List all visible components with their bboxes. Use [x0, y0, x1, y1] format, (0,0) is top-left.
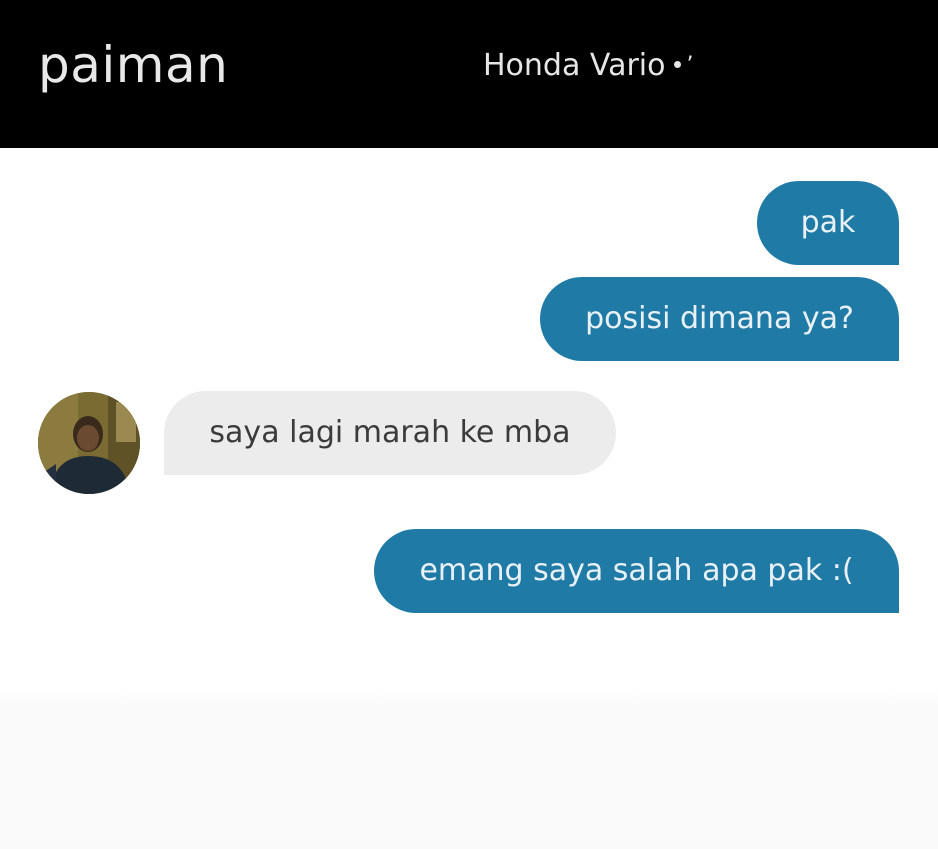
separator-dot-icon [673, 61, 681, 68]
contact-name: paiman [38, 36, 229, 94]
vehicle-suffix: ’ [686, 53, 694, 78]
outgoing-message-bubble: posisi dimana ya? [540, 277, 899, 361]
contact-avatar[interactable] [38, 392, 140, 494]
outgoing-message-bubble: pak [757, 181, 899, 265]
vehicle-info: Honda Vario ’ [483, 46, 694, 86]
avatar-photo-icon [38, 392, 140, 494]
incoming-message-bubble: saya lagi marah ke mba [164, 391, 616, 475]
chat-header: paiman Honda Vario ’ [0, 0, 938, 148]
message-list[interactable]: pak posisi dimana ya? saya lagi marah ke… [0, 148, 938, 849]
outgoing-message-bubble: emang saya salah apa pak :( [374, 529, 899, 613]
vehicle-name: Honda Vario [483, 48, 666, 83]
